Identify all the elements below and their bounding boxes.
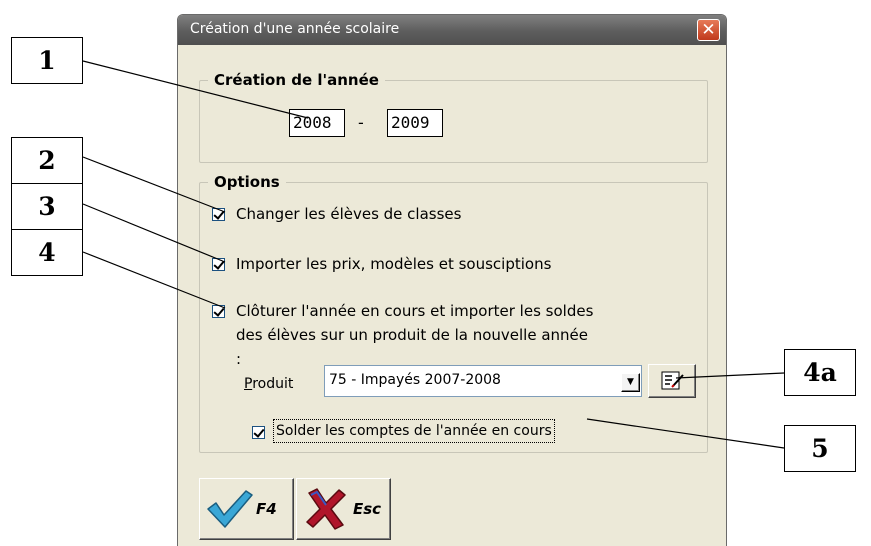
option-settle-accounts-label: Solder les comptes de l'année en cours (273, 419, 555, 443)
ok-button[interactable]: F4 (199, 478, 294, 540)
end-year-field[interactable]: 2009 (387, 109, 443, 137)
close-button[interactable]: ✕ (697, 19, 720, 41)
option-import-prices[interactable]: Importer les prix, modèles et sousciptio… (212, 255, 551, 276)
option-settle-accounts[interactable]: Solder les comptes de l'année en cours (252, 419, 555, 443)
product-select-value: 75 - Impayés 2007-2008 (329, 372, 501, 388)
product-label: Produit (244, 376, 294, 392)
checkbox-import-prices[interactable] (212, 258, 225, 271)
checkmark-icon (207, 490, 253, 528)
callout-2: 2 (11, 137, 83, 184)
option-close-year[interactable]: Clôturer l'année en cours et importer le… (212, 302, 596, 371)
option-change-classes-label: Changer les élèves de classes (236, 205, 462, 223)
checkbox-change-classes[interactable] (212, 208, 225, 221)
product-select[interactable]: 75 - Impayés 2007-2008 ▼ (324, 365, 642, 397)
dialog-title: Création d'une année scolaire (190, 21, 400, 37)
start-year-field[interactable]: 2008 (289, 109, 345, 137)
callout-4a: 4a (784, 349, 856, 396)
creation-dialog: Création d'une année scolaire ✕ Création… (177, 14, 727, 546)
cancel-x-icon (306, 488, 346, 530)
title-bar: Création d'une année scolaire ✕ (178, 15, 726, 45)
callout-4: 4 (11, 229, 83, 276)
checkbox-settle-accounts[interactable] (252, 426, 265, 439)
cancel-button-label: Esc (353, 500, 382, 518)
callout-5: 5 (784, 425, 856, 472)
cancel-button[interactable]: Esc (296, 478, 391, 540)
option-change-classes[interactable]: Changer les élèves de classes (212, 205, 461, 226)
callout-3: 3 (11, 183, 83, 230)
creation-group: Création de l'année (199, 71, 708, 163)
ok-button-label: F4 (256, 500, 277, 518)
option-close-year-label: Clôturer l'année en cours et importer le… (236, 302, 594, 368)
options-group-legend: Options (214, 173, 280, 191)
creation-group-legend: Création de l'année (214, 71, 379, 89)
option-import-prices-label: Importer les prix, modèles et sousciptio… (236, 255, 552, 273)
checkbox-close-year[interactable] (212, 305, 225, 318)
edit-product-button[interactable] (648, 364, 696, 398)
chevron-down-icon[interactable]: ▼ (621, 373, 640, 392)
year-separator: - (358, 113, 364, 132)
callout-1: 1 (11, 37, 83, 84)
edit-list-icon (661, 371, 684, 390)
